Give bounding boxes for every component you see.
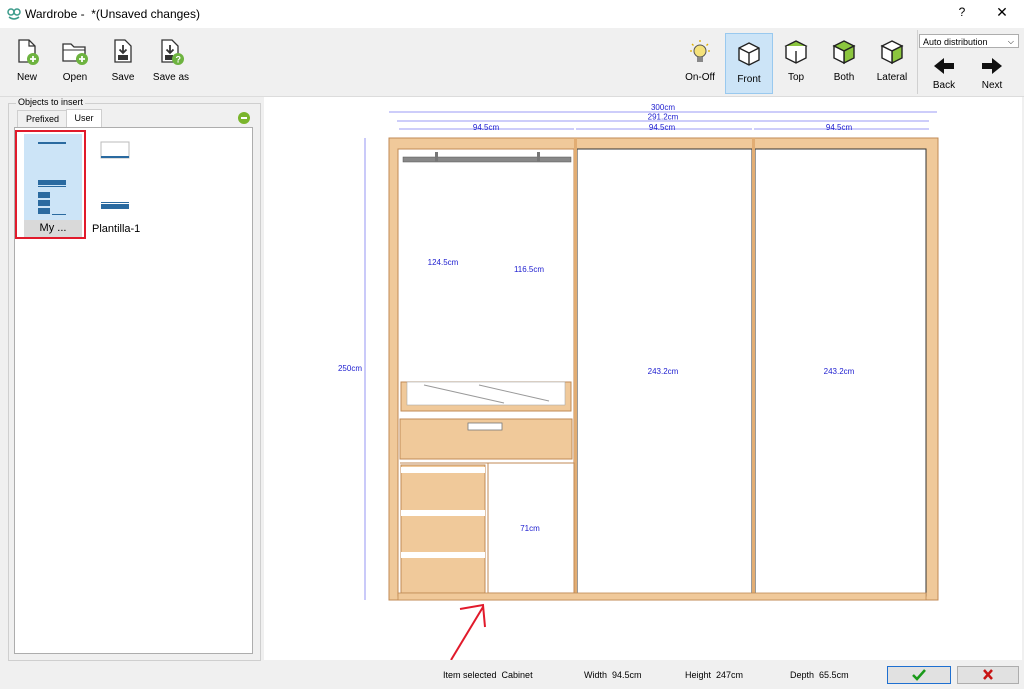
save-as-button[interactable]: ? Save as bbox=[148, 32, 194, 92]
cross-icon bbox=[983, 669, 993, 680]
dim-hang-right: 116.5cm bbox=[514, 265, 544, 274]
save-as-icon: ? bbox=[161, 39, 184, 65]
open-folder-icon bbox=[62, 43, 88, 65]
drawing-canvas[interactable]: 300cm 291.2cm 94.5cm 94.5cm 94.5cm 250cm… bbox=[264, 97, 1022, 661]
red-arrow-annotation bbox=[450, 603, 486, 661]
dim-hang-left: 124.5cm bbox=[428, 258, 459, 267]
status-item-selected: Item selected Cabinet bbox=[443, 670, 533, 680]
open-button[interactable]: Open bbox=[52, 32, 98, 92]
close-button[interactable]: ✕ bbox=[992, 4, 1012, 24]
distribution-select-value: Auto distribution bbox=[923, 37, 988, 47]
status-width: Width 94.5cm bbox=[584, 670, 642, 680]
ok-button[interactable] bbox=[887, 666, 951, 684]
open-label: Open bbox=[62, 72, 88, 83]
lateral-label: Lateral bbox=[876, 72, 908, 83]
dim-lower-right: 71cm bbox=[520, 524, 540, 533]
title-bar: Wardrobe - *(Unsaved changes) ? ✕ bbox=[0, 0, 1024, 28]
objects-group-title: Objects to insert bbox=[16, 97, 86, 107]
svg-text:?: ? bbox=[176, 55, 182, 65]
dim-module-1: 94.5cm bbox=[473, 123, 500, 132]
save-icon bbox=[114, 39, 132, 63]
save-label: Save bbox=[111, 72, 135, 83]
dim-total-width: 300cm bbox=[651, 103, 675, 112]
height-value: 247cm bbox=[716, 670, 744, 680]
list-item-plantilla[interactable] bbox=[96, 138, 136, 218]
save-as-label: Save as bbox=[152, 72, 190, 83]
status-height: Height 247cm bbox=[685, 670, 743, 680]
help-button[interactable]: ? bbox=[952, 5, 972, 23]
front-label: Front bbox=[737, 74, 761, 85]
on-off-label: On-Off bbox=[685, 72, 715, 83]
arrow-right-icon bbox=[982, 58, 1002, 74]
toolbar-separator bbox=[917, 30, 918, 94]
lateral-view-button[interactable]: Lateral bbox=[869, 32, 915, 92]
checkmark-icon bbox=[912, 669, 926, 681]
depth-value: 65.5cm bbox=[819, 670, 849, 680]
width-label: Width bbox=[584, 670, 608, 680]
window-app-name: Wardrobe - bbox=[25, 7, 85, 21]
dim-inner-width: 291.2cm bbox=[648, 113, 679, 122]
chevron-down-icon: ⌵ bbox=[1007, 37, 1014, 46]
remove-item-button[interactable] bbox=[238, 112, 250, 124]
wardrobe-drawing[interactable]: 300cm 291.2cm 94.5cm 94.5cm 94.5cm 250cm… bbox=[264, 97, 1022, 661]
cube-front-icon bbox=[738, 42, 760, 66]
height-label: Height bbox=[685, 670, 712, 680]
selection-highlight bbox=[15, 130, 86, 239]
cube-lateral-icon bbox=[880, 40, 904, 65]
front-view-button[interactable]: Front bbox=[725, 33, 773, 94]
item-selected-label: Item selected bbox=[443, 670, 497, 680]
list-item-plantilla-label: Plantilla-1 bbox=[92, 223, 141, 235]
distribution-select[interactable]: Auto distribution ⌵ bbox=[919, 34, 1019, 48]
status-depth: Depth 65.5cm bbox=[790, 670, 849, 680]
both-label: Both bbox=[833, 72, 855, 83]
app-logo-icon bbox=[7, 8, 21, 20]
tab-user[interactable]: User bbox=[66, 109, 102, 128]
next-button[interactable]: Next bbox=[969, 52, 1015, 94]
dim-module-2: 94.5cm bbox=[649, 123, 676, 132]
both-view-button[interactable]: Both bbox=[821, 32, 867, 92]
template-thumbnail-icon bbox=[100, 141, 130, 209]
dim-door-right: 243.2cm bbox=[824, 367, 855, 376]
width-value: 94.5cm bbox=[612, 670, 642, 680]
dim-height: 250cm bbox=[338, 364, 362, 373]
dim-module-3: 94.5cm bbox=[826, 123, 853, 132]
arrow-left-icon bbox=[934, 58, 954, 74]
top-label: Top bbox=[787, 72, 805, 83]
tab-prefixed[interactable]: Prefixed bbox=[17, 110, 68, 128]
new-button[interactable]: New bbox=[4, 32, 50, 92]
on-off-button[interactable]: On-Off bbox=[677, 32, 723, 92]
cancel-button[interactable] bbox=[957, 666, 1019, 684]
top-view-button[interactable]: Top bbox=[773, 32, 819, 92]
cube-top-icon bbox=[784, 40, 808, 64]
window-subtitle: *(Unsaved changes) bbox=[91, 7, 200, 21]
back-button[interactable]: Back bbox=[921, 52, 967, 94]
depth-label: Depth bbox=[790, 670, 815, 680]
window-title: Wardrobe - *(Unsaved changes) bbox=[25, 7, 200, 21]
new-file-icon bbox=[18, 39, 39, 65]
save-button[interactable]: Save bbox=[100, 32, 146, 92]
cube-both-icon bbox=[832, 40, 856, 65]
new-label: New bbox=[16, 72, 37, 83]
dim-door-middle: 243.2cm bbox=[648, 367, 679, 376]
back-label: Back bbox=[932, 80, 956, 91]
next-label: Next bbox=[981, 80, 1003, 91]
item-selected-value: Cabinet bbox=[501, 670, 533, 680]
light-bulb-icon bbox=[690, 40, 710, 62]
